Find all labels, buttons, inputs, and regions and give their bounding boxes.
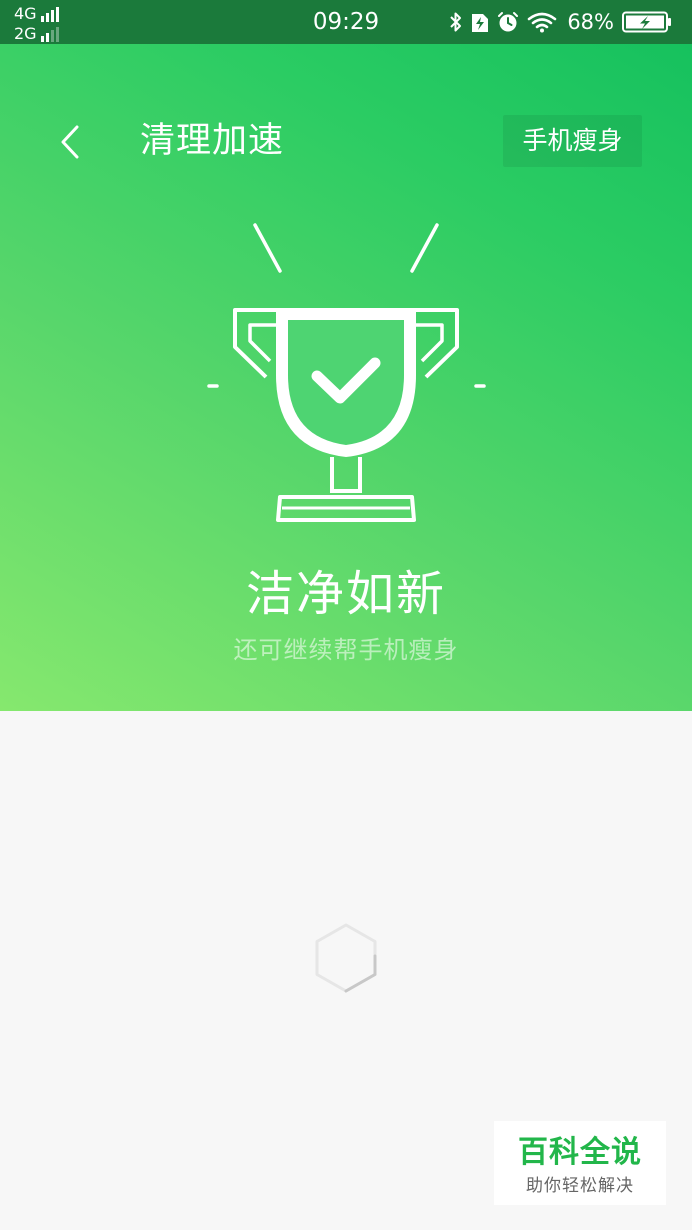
sim-charge-icon xyxy=(471,11,489,33)
wifi-icon xyxy=(527,11,557,33)
watermark-logo: 百科全说 助你轻松解决 xyxy=(494,1121,666,1205)
bluetooth-icon xyxy=(449,11,463,33)
battery-percentage: 68% xyxy=(567,10,614,34)
status-icons: 68% xyxy=(449,8,672,36)
status-bar: 4G 2G 09:29 68% xyxy=(0,0,692,44)
battery-charging-icon xyxy=(622,11,672,33)
result-title: 洁净如新 xyxy=(245,566,446,622)
phone-slimming-button[interactable]: 手机瘦身 xyxy=(503,115,642,167)
result-subtitle: 还可继续帮手机瘦身 xyxy=(233,636,459,664)
trophy-check-icon xyxy=(207,223,486,522)
watermark-title: 百科全说 xyxy=(518,1135,642,1170)
page-title: 清理加速 xyxy=(140,121,285,161)
watermark-subtitle: 助你轻松解决 xyxy=(526,1176,634,1196)
chevron-left-icon xyxy=(61,125,79,159)
hexagon-spinner-icon xyxy=(315,923,377,993)
back-button[interactable] xyxy=(50,122,90,162)
alarm-icon xyxy=(497,11,519,33)
cleanup-result-panel: 清理加速 手机瘦身 洁净如新 还可继续帮手机瘦身 xyxy=(0,44,692,711)
